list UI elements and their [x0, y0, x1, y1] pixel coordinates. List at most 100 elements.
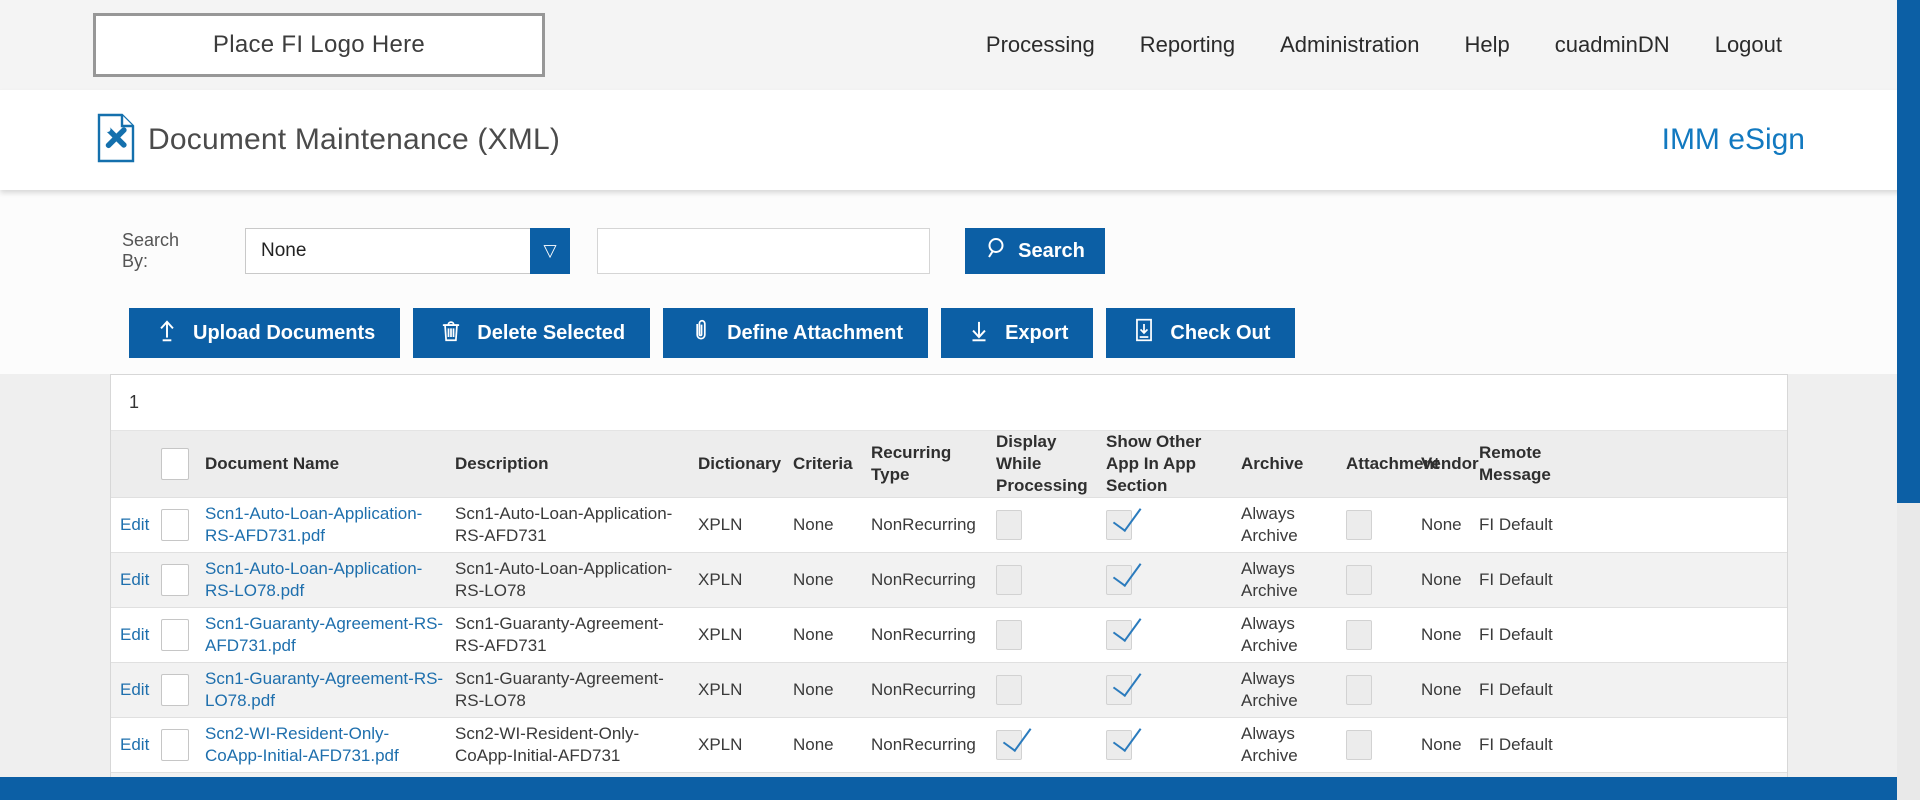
spacer-cell: [1567, 718, 1787, 773]
fi-logo-text: Place FI Logo Here: [212, 31, 426, 58]
edit-link[interactable]: Edit: [120, 625, 149, 644]
recurring-type-cell: NonRecurring: [871, 735, 976, 755]
description-cell: Scn1-Auto-Loan-Application-RS-AFD731: [455, 503, 673, 546]
define-attachment-label: Define Attachment: [727, 321, 904, 344]
main-nav: Processing Reporting Administration Help…: [986, 32, 1782, 58]
checkout-icon: [1131, 317, 1157, 349]
search-row: Search By: None ▽ Search: [0, 190, 1920, 274]
nav-help[interactable]: Help: [1465, 32, 1510, 58]
document-name-link[interactable]: Scn1-Auto-Loan-Application-RS-LO78.pdf: [205, 559, 422, 600]
vendor-cell: None: [1421, 625, 1462, 645]
search-by-dropdown[interactable]: None ▽: [245, 228, 570, 274]
remote-message-cell: FI Default: [1479, 680, 1553, 700]
attachment-checkbox: [1346, 510, 1372, 541]
show-other-app-checkbox: [1106, 565, 1132, 596]
select-all-checkbox[interactable]: [161, 448, 189, 481]
remote-message-cell: FI Default: [1479, 515, 1553, 535]
document-name-link[interactable]: Scn1-Guaranty-Agreement-RS-LO78.pdf: [205, 669, 443, 710]
table-section: 1 Document Name Description Dictionary C…: [0, 374, 1920, 800]
attachment-checkbox: [1346, 675, 1372, 706]
document-name-link[interactable]: Scn1-Auto-Loan-Application-RS-AFD731.pdf: [205, 504, 422, 545]
display-while-processing-checkbox: [996, 675, 1022, 706]
dictionary-cell: XPLN: [698, 515, 743, 535]
display-while-processing-checkbox: [996, 730, 1022, 761]
table-row: Edit Scn1-Guaranty-Agreement-RS-AFD731.p…: [111, 607, 1787, 663]
spacer-cell: [1567, 553, 1787, 608]
search-by-label: Search By:: [122, 230, 180, 271]
search-button[interactable]: Search: [965, 228, 1105, 274]
attachment-checkbox: [1346, 730, 1372, 761]
row-checkbox[interactable]: [161, 619, 189, 652]
check-out-label: Check Out: [1170, 321, 1271, 344]
col-vendor: Vendor: [1421, 454, 1479, 474]
row-checkbox[interactable]: [161, 509, 189, 542]
brand-text: IMM eSign: [1661, 123, 1805, 156]
archive-cell: Always Archive: [1241, 668, 1298, 711]
trash-icon: [438, 317, 464, 349]
display-while-processing-checkbox: [996, 510, 1022, 541]
edit-link[interactable]: Edit: [120, 515, 149, 534]
document-name-link[interactable]: Scn1-Guaranty-Agreement-RS-AFD731.pdf: [205, 614, 443, 655]
remote-message-cell: FI Default: [1479, 570, 1553, 590]
col-document-name: Document Name: [205, 454, 340, 474]
search-icon: [985, 236, 1009, 266]
spacer-column: [1567, 431, 1787, 498]
nav-username[interactable]: cuadminDN: [1555, 32, 1670, 58]
nav-processing[interactable]: Processing: [986, 32, 1095, 58]
row-checkbox[interactable]: [161, 674, 189, 707]
recurring-type-cell: NonRecurring: [871, 680, 976, 700]
search-by-dropdown-value: None: [261, 240, 307, 261]
row-checkbox[interactable]: [161, 564, 189, 597]
page-header: Document Maintenance (XML) IMM eSign: [0, 90, 1920, 190]
documents-table-container: 1 Document Name Description Dictionary C…: [110, 374, 1788, 800]
delete-selected-button[interactable]: Delete Selected: [413, 308, 651, 358]
edit-link[interactable]: Edit: [120, 680, 149, 699]
spacer-cell: [1567, 498, 1787, 553]
edit-link[interactable]: Edit: [120, 570, 149, 589]
vendor-cell: None: [1421, 735, 1462, 755]
document-name-link[interactable]: Scn2-WI-Resident-Only-CoApp-Initial-AFD7…: [205, 724, 399, 765]
define-attachment-button[interactable]: Define Attachment: [663, 308, 929, 358]
export-button[interactable]: Export: [941, 308, 1094, 358]
criteria-cell: None: [793, 735, 834, 755]
show-other-app-checkbox: [1106, 510, 1132, 541]
vendor-cell: None: [1421, 570, 1462, 590]
criteria-cell: None: [793, 515, 834, 535]
nav-administration[interactable]: Administration: [1280, 32, 1419, 58]
vendor-cell: None: [1421, 680, 1462, 700]
upload-icon: [154, 317, 180, 349]
nav-logout[interactable]: Logout: [1715, 32, 1782, 58]
documents-table: Document Name Description Dictionary Cri…: [111, 431, 1787, 800]
scrollbar-thumb[interactable]: [1897, 0, 1920, 503]
check-out-button[interactable]: Check Out: [1106, 308, 1296, 358]
criteria-cell: None: [793, 570, 834, 590]
col-archive: Archive: [1241, 454, 1304, 474]
page-number[interactable]: 1: [129, 392, 139, 413]
recurring-type-cell: NonRecurring: [871, 570, 976, 590]
edit-link[interactable]: Edit: [120, 735, 149, 754]
search-input[interactable]: [597, 228, 930, 274]
scrollbar-track[interactable]: [1897, 0, 1920, 800]
page-title: Document Maintenance (XML): [148, 123, 561, 156]
controls-section: Search By: None ▽ Search Upload Document…: [0, 190, 1920, 374]
table-header-row: Document Name Description Dictionary Cri…: [111, 431, 1787, 498]
upload-documents-button[interactable]: Upload Documents: [129, 308, 401, 358]
archive-cell: Always Archive: [1241, 558, 1298, 601]
vendor-cell: None: [1421, 515, 1462, 535]
col-recurring-type: Recurring Type: [871, 443, 952, 485]
pagination: 1: [111, 375, 1787, 431]
nav-reporting[interactable]: Reporting: [1140, 32, 1235, 58]
display-while-processing-checkbox: [996, 620, 1022, 651]
show-other-app-checkbox: [1106, 675, 1132, 706]
recurring-type-cell: NonRecurring: [871, 515, 976, 535]
col-description: Description: [455, 454, 549, 474]
chevron-down-icon[interactable]: ▽: [530, 228, 570, 274]
attachment-checkbox: [1346, 620, 1372, 651]
description-cell: Scn1-Auto-Loan-Application-RS-LO78: [455, 558, 673, 601]
toolbar: Upload Documents Delete Selected Define …: [129, 308, 1920, 358]
edit-column-header: [111, 431, 159, 498]
delete-selected-label: Delete Selected: [477, 321, 626, 344]
criteria-cell: None: [793, 625, 834, 645]
dictionary-cell: XPLN: [698, 680, 743, 700]
row-checkbox[interactable]: [161, 729, 189, 762]
